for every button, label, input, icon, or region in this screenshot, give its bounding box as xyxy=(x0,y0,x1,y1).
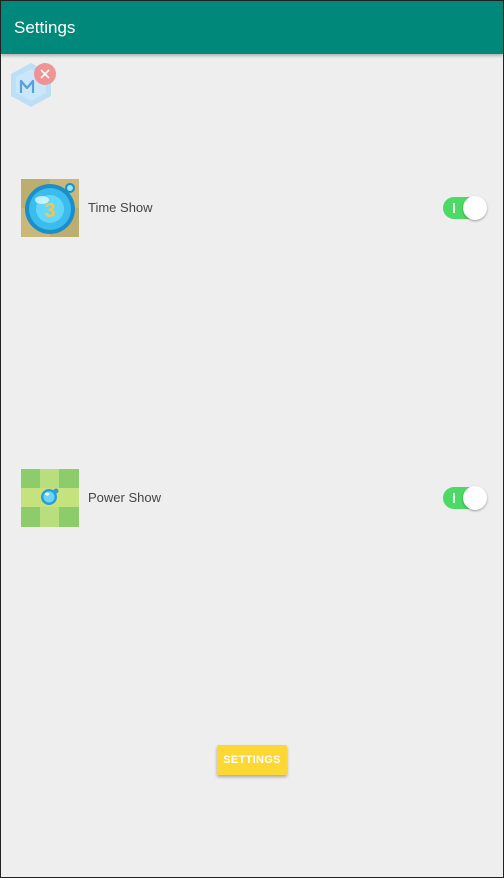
switch-on-indicator xyxy=(453,203,455,213)
close-icon[interactable] xyxy=(34,63,56,85)
time-show-toggle[interactable] xyxy=(443,195,487,221)
setting-row-power-show: Power Show xyxy=(21,469,487,527)
screen: Settings 3 Time Show Power Show SETTINGS xyxy=(0,0,504,878)
settings-button[interactable]: SETTINGS xyxy=(217,745,287,775)
app-bar: Settings xyxy=(1,1,503,54)
page-title: Settings xyxy=(14,18,76,37)
switch-knob xyxy=(463,486,487,510)
setting-row-time-show: 3 Time Show xyxy=(21,179,487,237)
timer-orb-icon: 3 xyxy=(21,179,79,237)
setting-label: Power Show xyxy=(88,490,161,505)
setting-label: Time Show xyxy=(88,200,153,215)
switch-on-indicator xyxy=(453,493,455,503)
power-grid-icon xyxy=(21,469,79,527)
svg-text:3: 3 xyxy=(44,200,55,222)
switch-knob xyxy=(463,196,487,220)
power-show-toggle[interactable] xyxy=(443,485,487,511)
